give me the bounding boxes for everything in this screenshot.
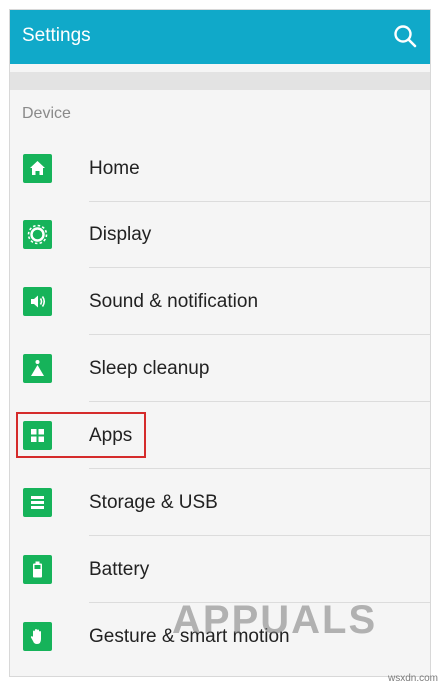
divider bbox=[89, 334, 430, 335]
watermark-text: APPUALS bbox=[172, 598, 378, 642]
settings-item-label: Home bbox=[89, 158, 140, 179]
settings-item-label: Display bbox=[89, 224, 152, 245]
settings-item-label: Battery bbox=[89, 559, 150, 580]
section-header-device: Device bbox=[22, 105, 71, 122]
settings-item-label: Storage & USB bbox=[89, 492, 218, 513]
settings-item-home[interactable]: Home bbox=[10, 136, 430, 202]
settings-item-storage[interactable]: Storage & USB bbox=[10, 470, 430, 536]
display-icon bbox=[23, 220, 52, 249]
settings-item-sleep-cleanup[interactable]: Sleep cleanup bbox=[10, 336, 430, 402]
watermark-logo: APPUALS bbox=[172, 590, 382, 650]
divider bbox=[89, 267, 430, 268]
sound-icon bbox=[23, 287, 52, 316]
app-bar: Settings bbox=[10, 10, 430, 64]
apps-highlight-box bbox=[16, 412, 146, 458]
top-spacer bbox=[10, 72, 430, 90]
divider bbox=[89, 468, 430, 469]
battery-icon bbox=[23, 555, 52, 584]
settings-screen: Settings Device Home Display Sound & not… bbox=[9, 9, 431, 677]
gesture-icon bbox=[23, 622, 52, 651]
divider bbox=[89, 401, 430, 402]
divider bbox=[89, 535, 430, 536]
page-title: Settings bbox=[22, 25, 91, 46]
sleep-cleanup-icon bbox=[23, 354, 52, 383]
search-icon[interactable] bbox=[392, 23, 418, 49]
source-tag: wsxdn.com bbox=[387, 673, 438, 684]
home-icon bbox=[23, 154, 52, 183]
settings-item-display[interactable]: Display bbox=[10, 202, 430, 268]
storage-icon bbox=[23, 488, 52, 517]
settings-item-sound[interactable]: Sound & notification bbox=[10, 269, 430, 335]
settings-item-label: Sound & notification bbox=[89, 291, 259, 312]
settings-item-label: Sleep cleanup bbox=[89, 358, 210, 379]
